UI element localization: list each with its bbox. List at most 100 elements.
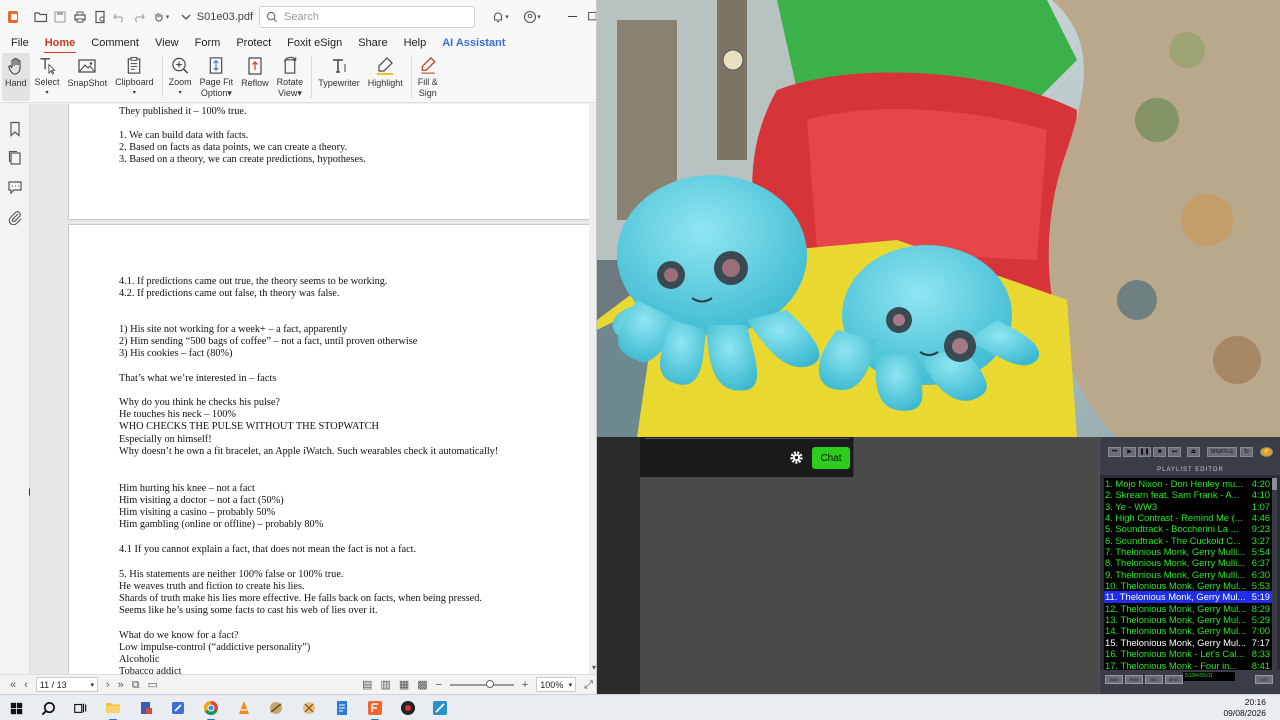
add-button[interactable]: ADD <box>1105 675 1123 684</box>
app-icon[interactable] <box>299 698 319 718</box>
foxit-logo-icon[interactable] <box>8 10 18 23</box>
chrome-icon[interactable] <box>201 698 221 720</box>
search-icon[interactable] <box>38 698 58 718</box>
playlist-item[interactable]: 5. Soundtrack - Boccherini La ... 9:23 <box>1104 523 1272 534</box>
playlist-item[interactable]: 11. Thelonious Monk, Gerry Mul... 5:19 <box>1104 591 1272 603</box>
menu-protect[interactable]: Protect <box>231 34 276 52</box>
remove-button[interactable]: REM <box>1125 675 1143 684</box>
undo-icon[interactable] <box>111 7 129 27</box>
select-tool-button[interactable]: Select ▾ <box>32 53 63 101</box>
attachment-icon[interactable] <box>7 209 23 225</box>
snapshot-button[interactable]: SnapShot <box>65 53 111 101</box>
menu-file[interactable]: File <box>6 34 34 52</box>
playlist-item[interactable]: 1. Mojo Nixon - Don Henley mu... 4:20 <box>1104 478 1272 489</box>
menu-view[interactable]: View <box>150 34 184 52</box>
menu-form[interactable]: Form <box>190 34 226 52</box>
fit-page-icon[interactable]: ▭ <box>148 675 158 695</box>
search-input[interactable] <box>284 10 475 23</box>
highlight-button[interactable]: Highlight <box>365 53 406 101</box>
maximize-button[interactable] <box>587 0 596 33</box>
chevron-down-icon[interactable]: ▾ <box>90 681 94 689</box>
document-properties-icon[interactable] <box>91 7 109 27</box>
chevron-down-icon[interactable] <box>177 7 195 27</box>
app-icon[interactable] <box>168 698 188 718</box>
repeat-icon[interactable]: ↻ <box>1240 447 1253 457</box>
menu-comment[interactable]: Comment <box>86 34 144 52</box>
bookmark-icon[interactable] <box>7 121 23 137</box>
zoom-level-field[interactable]: 100% ▾ <box>536 677 577 692</box>
chevron-down-icon[interactable]: ▾ <box>569 681 573 689</box>
stop-icon[interactable]: ■ <box>1153 447 1166 457</box>
playlist-item[interactable]: 3. Ye - WW3 1:07 <box>1104 501 1272 512</box>
playlist[interactable]: 1. Mojo Nixon - Don Henley mu... 4:20 2. S… <box>1104 478 1272 670</box>
clipboard-button[interactable]: Clipboard ▾ <box>112 53 157 101</box>
last-page-icon[interactable]: » <box>118 675 124 695</box>
playlist-item[interactable]: 8. Thelonious Monk, Gerry Mulli... 6:37 <box>1104 557 1272 568</box>
app-icon[interactable] <box>398 698 418 718</box>
shuffle-button[interactable]: SHUFFLE <box>1207 447 1237 457</box>
fill-sign-button[interactable]: Fill & Sign <box>415 53 441 101</box>
app-icon[interactable] <box>430 698 450 718</box>
page-fit-option-button[interactable]: Page Fit Option▾ <box>197 53 237 101</box>
previous-page-icon[interactable]: ‹ <box>24 675 28 695</box>
print-icon[interactable] <box>71 7 89 27</box>
open-folder-icon[interactable] <box>32 7 50 27</box>
scroll-down-icon[interactable]: ▾ <box>592 663 596 672</box>
pause-icon[interactable]: ❚❚ <box>1138 447 1151 457</box>
playlist-item[interactable]: 16. Thelonious Monk - Let's Cal... 8:33 <box>1104 648 1272 659</box>
document-view[interactable]: They published it – 100% true. 1. We can… <box>30 104 596 674</box>
first-page-icon[interactable]: « <box>10 675 16 695</box>
document-app-icon[interactable] <box>332 698 352 718</box>
app-icon[interactable] <box>136 698 156 718</box>
continuous-view-icon[interactable]: ▥ <box>380 675 390 695</box>
playlist-item[interactable]: 12. Thelonious Monk, Gerry Mul... 8:29 <box>1104 603 1272 614</box>
list-button[interactable]: LIST <box>1255 675 1273 684</box>
file-explorer-icon[interactable] <box>103 698 123 720</box>
playlist-item[interactable]: 4. High Contrast - Remind Me (... 4:46 <box>1104 512 1272 523</box>
chat-button[interactable]: Chat <box>812 447 850 469</box>
playlist-item[interactable]: 6. Soundtrack - The Cuckold C... 3:27 <box>1104 535 1272 546</box>
playlist-item[interactable]: 7. Thelonious Monk, Gerry Mulli... 5:54 <box>1104 546 1272 557</box>
single-page-view-icon[interactable]: ▤ <box>362 675 372 695</box>
typewriter-button[interactable]: Typewriter <box>315 53 363 101</box>
zoom-button[interactable]: Zoom ▾ <box>166 53 195 101</box>
misc-button[interactable]: MISC <box>1165 675 1183 684</box>
two-page-view-icon[interactable]: ▦ <box>399 675 409 695</box>
menu-share[interactable]: Share <box>353 34 392 52</box>
comments-icon[interactable] <box>7 179 23 195</box>
redo-icon[interactable] <box>130 7 148 27</box>
playlist-item[interactable]: 10. Thelonious Monk, Gerry Mul... 5:53 <box>1104 580 1272 591</box>
search-box[interactable] <box>259 5 476 28</box>
playlist-item[interactable]: 14. Thelonious Monk, Gerry Mul... 7:00 <box>1104 625 1272 636</box>
windows-start-icon[interactable] <box>6 698 26 718</box>
copy-page-icon[interactable]: ⧉ <box>132 675 140 695</box>
hand-tool-button[interactable]: Hand <box>2 53 30 101</box>
zoom-slider[interactable] <box>450 679 514 688</box>
gear-icon[interactable] <box>788 449 805 466</box>
menu-ai-assistant[interactable]: AI Assistant <box>437 34 510 52</box>
vertical-scrollbar[interactable]: ▾ <box>589 104 596 674</box>
playlist-item[interactable]: 9. Thelonious Monk, Gerry Mulli... 6:30 <box>1104 569 1272 580</box>
menu-help[interactable]: Help <box>399 34 432 52</box>
foxit-pdf-icon[interactable] <box>365 698 385 720</box>
zoom-in-icon[interactable]: + <box>522 675 528 695</box>
menu-home[interactable]: Home <box>40 34 81 54</box>
playlist-item[interactable]: 17. Thelonious Monk - Four in... 8:41 <box>1104 660 1272 671</box>
minimize-button[interactable] <box>557 0 587 33</box>
reflow-button[interactable]: Reflow <box>238 53 272 101</box>
eject-icon[interactable]: ⏏ <box>1187 447 1200 457</box>
zoom-out-icon[interactable]: − <box>436 675 442 695</box>
previous-track-icon[interactable]: ⏮ <box>1108 447 1121 457</box>
playlist-item[interactable]: 15. Thelonious Monk, Gerry Mul... 7:17 <box>1104 637 1272 648</box>
account-icon[interactable]: ▾ <box>519 7 545 27</box>
select-button[interactable]: SEL <box>1145 675 1163 684</box>
play-icon[interactable]: ▶ <box>1123 447 1136 457</box>
vlc-icon[interactable] <box>234 698 254 718</box>
next-page-icon[interactable]: › <box>106 675 110 695</box>
rotate-view-button[interactable]: Rotate View▾ <box>274 53 307 101</box>
system-clock[interactable]: 20:16 09/08/2026 <box>1223 697 1266 719</box>
page-number-field[interactable]: 11 / 13 ▾ <box>35 677 98 692</box>
playlist-item[interactable]: 13. Thelonious Monk, Gerry Mul... 5:29 <box>1104 614 1272 625</box>
playlist-scrollbar[interactable] <box>1272 478 1277 670</box>
playlist-item[interactable]: 2. Skrearn feat. Sam Frank - A... 4:10 <box>1104 489 1272 500</box>
